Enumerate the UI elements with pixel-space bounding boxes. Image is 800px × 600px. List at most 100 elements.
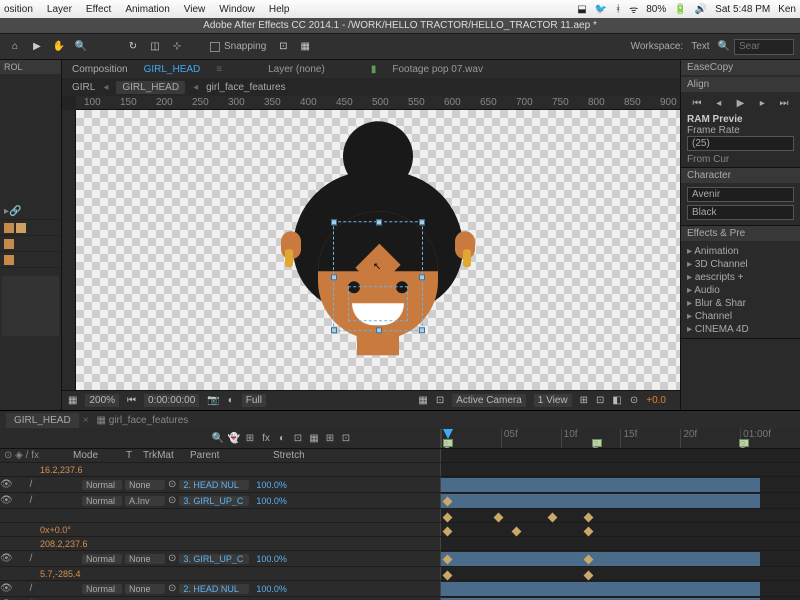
mask-icon[interactable]: ⊡ [436,395,444,406]
cursor-icon: ↖ [373,261,381,272]
project-item[interactable]: ▸ 🔗 [0,204,61,220]
camera-dropdown[interactable]: Active Camera [452,394,526,407]
stretch-header: Stretch [273,450,305,461]
ruler-horizontal[interactable]: 1001502002503003504004505005506006507007… [76,96,680,110]
preview-transport[interactable]: ⏮◂ ▶▸ ⏭ [687,96,794,111]
snap-option-icon[interactable]: ▦ [296,38,314,56]
view-opt-icon[interactable]: ◧ [612,395,621,406]
breadcrumb-item[interactable]: GIRL [72,82,95,93]
effects-panel[interactable]: Effects & Pre [681,226,800,241]
menu-item[interactable]: Effect [86,4,111,15]
fx-icon[interactable]: fx [258,433,274,444]
col-icon[interactable]: ▦ [306,433,322,444]
twitter-icon[interactable]: 🐦 [595,4,607,15]
footage-tab[interactable]: Footage pop 07.wav [392,64,483,75]
framerate-dropdown[interactable]: (25) [687,136,794,151]
easecopy-panel[interactable]: EaseCopy [681,60,800,75]
position-value[interactable]: 16.2,237.6 [0,463,440,476]
effects-list[interactable]: Animation 3D Channel aescripts + Audio B… [681,243,800,339]
font-dropdown[interactable]: Avenir [687,187,794,202]
panel-tab[interactable]: ROL [0,60,61,74]
project-item[interactable] [0,220,61,236]
girl-head-artwork[interactable]: ↖ [293,121,463,355]
search-input[interactable] [734,39,794,55]
camera-tool-icon[interactable]: ◫ [146,38,164,56]
selection-tool-icon[interactable]: ▶ [28,38,46,56]
bluetooth-icon[interactable]: ᚼ [615,4,621,15]
anchor-tool-icon[interactable]: ⊹ [168,38,186,56]
layer-tab[interactable]: Layer (none) [268,64,325,75]
views-dropdown[interactable]: 1 View [534,394,572,407]
breadcrumb-item[interactable]: girl_face_features [206,82,286,93]
search-icon[interactable]: 🔍 [718,41,730,52]
right-panels: EaseCopy Align ⏮◂ ▶▸ ⏭ RAM Previe Frame … [680,60,800,410]
project-drop-area[interactable] [2,276,59,336]
search-icon[interactable]: 🔍 [210,433,226,444]
breadcrumb-item[interactable]: GIRL_HEAD [116,81,185,94]
dropbox-icon[interactable]: ⬓ [577,4,586,15]
shy-icon[interactable]: 👻 [226,433,242,444]
mb-icon[interactable]: ◐ [274,433,290,444]
menu-item[interactable]: Animation [125,4,169,15]
col-icon[interactable]: ⊡ [338,433,354,444]
font-style-dropdown[interactable]: Black [687,205,794,220]
project-item[interactable] [0,252,61,268]
menu-item[interactable]: Window [219,4,255,15]
project-panel[interactable]: ROL ▸ 🔗 [0,60,62,410]
project-item[interactable] [0,236,61,252]
position-value[interactable]: 208.2,237.6 [0,537,440,550]
3d-icon[interactable]: ⊡ [290,433,306,444]
composition-viewport[interactable]: ↖ [76,110,680,390]
menu-item[interactable]: Layer [47,4,72,15]
layer-row[interactable]: 👁/ NormalNone ⊙2. HEAD NUL100.0% [0,581,800,597]
grid-icon[interactable]: ▦ [68,395,77,406]
mode-header: Mode [73,450,123,461]
link-icon: 🔗 [9,206,21,217]
battery-icon[interactable]: 🔋 [674,4,686,15]
timecode-icon[interactable]: ⊙ [630,395,638,406]
zoom-dropdown[interactable]: 200% [85,394,119,407]
user-name[interactable]: Ken [778,4,796,15]
active-comp-name[interactable]: GIRL_HEAD [144,64,201,75]
layer-row[interactable]: 👁/ NormalA.Inv ⊙3. GIRL_UP_C100.0% [0,493,800,509]
snap-option-icon[interactable]: ⊡ [274,38,292,56]
layer-row[interactable]: 👁/ NormalNone ⊙2. HEAD NUL100.0% [0,477,800,493]
timeline-ruler[interactable]: 05f 10f 15f 20f 01:00f 1 2 3 [440,429,800,448]
timeline-tab[interactable]: GIRL_HEAD [6,413,79,428]
layer-row[interactable]: 👁/ NormalNone ⊙3. GIRL_UP_C100.0% [0,551,800,567]
volume-icon[interactable]: 🔊 [695,4,707,15]
snapshot-icon[interactable]: 📷 [207,395,219,406]
rotation-value[interactable]: 0x+0.0° [0,523,440,536]
snapping-checkbox[interactable] [210,42,220,52]
comp-marker[interactable]: 1 [443,439,453,447]
comp-marker[interactable]: 3 [739,439,749,447]
hand-tool-icon[interactable]: ✋ [50,38,68,56]
timeline-tab[interactable]: ▦ girl_face_features [89,413,197,428]
wifi-icon[interactable]: ᯤ [629,2,638,16]
position-value[interactable]: 5.7,-285.4 [0,567,440,580]
align-panel[interactable]: Align [681,77,800,92]
exposure-value[interactable]: +0.0 [646,395,666,406]
framerate-label: Frame Rate [687,125,794,136]
menu-item[interactable]: View [184,4,206,15]
rotate-tool-icon[interactable]: ↻ [124,38,142,56]
graph-icon[interactable]: ⊞ [242,433,258,444]
ruler-vertical[interactable] [62,110,76,390]
view-opt-icon[interactable]: ⊡ [596,395,604,406]
mac-menubar: osition Layer Effect Animation View Wind… [0,0,800,18]
clock[interactable]: Sat 5:48 PM [715,4,770,15]
menu-item[interactable]: osition [4,4,33,15]
playhead-icon[interactable]: ⏮ [127,395,136,406]
current-time[interactable]: 0:00:00:00 [144,394,199,407]
channel-icon[interactable]: ◐ [228,395,234,406]
menu-item[interactable]: Help [269,4,290,15]
view-opt-icon[interactable]: ⊞ [580,395,588,406]
resolution-dropdown[interactable]: Full [242,394,266,407]
workspace-dropdown[interactable]: Text [691,41,709,52]
col-icon[interactable]: ⊞ [322,433,338,444]
character-panel[interactable]: Character [681,168,800,183]
view-icon[interactable]: ▦ [418,395,427,406]
home-icon[interactable]: ⌂ [6,38,24,56]
zoom-tool-icon[interactable]: 🔍 [72,38,90,56]
comp-marker[interactable]: 2 [592,439,602,447]
